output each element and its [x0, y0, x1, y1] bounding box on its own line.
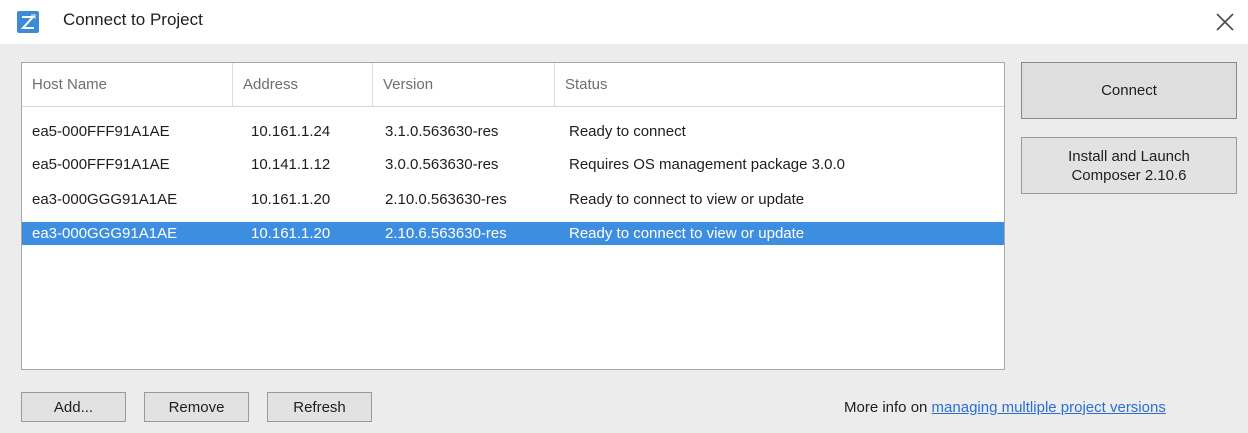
refresh-button[interactable]: Refresh — [267, 392, 372, 422]
column-header-status[interactable]: Status — [554, 63, 1004, 106]
cell-host-name: ea5-000FFF91A1AE — [32, 123, 170, 140]
refresh-button-label: Refresh — [293, 398, 346, 416]
cell-host-name: ea5-000FFF91A1AE — [32, 156, 170, 173]
cell-status: Ready to connect — [569, 123, 686, 140]
cell-status: Ready to connect to view or update — [569, 225, 805, 242]
cell-status: Ready to connect to view or update — [569, 191, 805, 208]
project-versions-link[interactable]: managing multliple project versions — [932, 399, 1166, 416]
column-header-host-name[interactable]: Host Name — [22, 63, 232, 106]
cell-host-name: ea3-000GGG91A1AE — [32, 225, 178, 242]
remove-button[interactable]: Remove — [144, 392, 249, 422]
more-info-text: More info on managing multliple project … — [844, 399, 1166, 416]
table-header: Host Name Address Version Status — [22, 63, 1004, 107]
column-header-version[interactable]: Version — [372, 63, 554, 106]
close-icon[interactable] — [1213, 10, 1237, 34]
table-row[interactable]: ea5-000FFF91A1AE 10.141.1.12 3.0.0.56363… — [22, 153, 1004, 176]
cell-version: 3.1.0.563630-res — [385, 123, 499, 140]
add-button[interactable]: Add... — [21, 392, 126, 422]
cell-address: 10.141.1.12 — [251, 156, 331, 173]
add-button-label: Add... — [53, 398, 94, 416]
install-button-label-line1: Install and Launch — [1068, 147, 1190, 165]
connect-button-label: Connect — [1101, 82, 1157, 99]
table-row-selected[interactable]: ea3-000GGG91A1AE 10.161.1.20 2.10.6.5636… — [22, 222, 1004, 245]
table-row[interactable]: ea5-000FFF91A1AE 10.161.1.24 3.1.0.56363… — [22, 120, 1004, 143]
remove-button-label: Remove — [168, 398, 225, 416]
column-header-address[interactable]: Address — [232, 63, 372, 106]
project-app-icon — [17, 11, 39, 33]
cell-host-name: ea3-000GGG91A1AE — [32, 191, 178, 208]
title-bar: Connect to Project — [0, 0, 1248, 44]
cell-address: 10.161.1.20 — [251, 225, 331, 242]
table-row[interactable]: ea3-000GGG91A1AE 10.161.1.20 2.10.0.5636… — [22, 188, 1004, 211]
cell-status: Requires OS management package 3.0.0 — [569, 156, 845, 173]
project-table[interactable]: Host Name Address Version Status ea5-000… — [21, 62, 1005, 370]
dialog-title: Connect to Project — [63, 10, 203, 29]
cell-version: 2.10.6.563630-res — [385, 225, 507, 242]
cell-address: 10.161.1.20 — [251, 191, 331, 208]
more-info-prefix: More info on — [844, 399, 932, 416]
cell-version: 2.10.0.563630-res — [385, 191, 507, 208]
install-button-label-line2: Composer 2.10.6 — [1071, 166, 1187, 184]
install-and-launch-button[interactable]: Install and Launch Composer 2.10.6 — [1021, 137, 1237, 194]
connect-button[interactable]: Connect — [1021, 62, 1237, 119]
cell-version: 3.0.0.563630-res — [385, 156, 499, 173]
cell-address: 10.161.1.24 — [251, 123, 331, 140]
